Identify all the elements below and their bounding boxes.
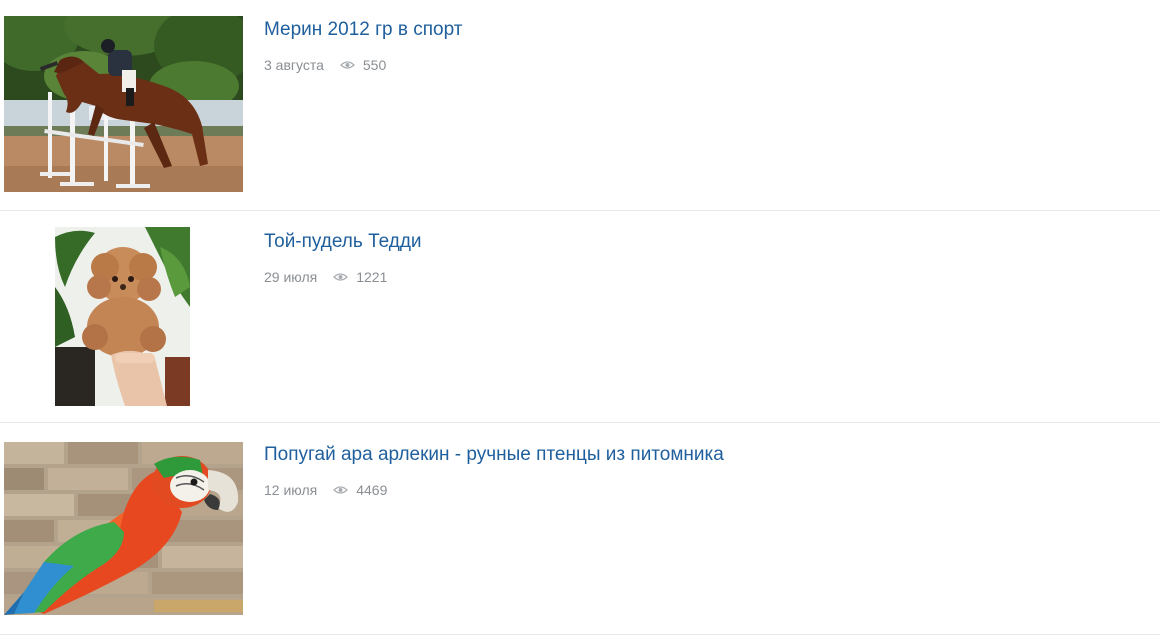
item-meta: 12 июля 4469: [264, 481, 387, 499]
item-views: 1221: [333, 268, 387, 286]
item-meta: 3 августа 550: [264, 56, 386, 74]
eye-icon: [333, 485, 349, 495]
list-item: Попугай ара арлекин - ручные птенцы из п…: [0, 423, 1160, 635]
item-date: 29 июля: [264, 269, 318, 285]
item-title-link[interactable]: Мерин 2012 гр в спорт: [264, 18, 462, 42]
item-meta: 29 июля 1221: [264, 268, 387, 286]
views-count: 1221: [356, 269, 388, 285]
views-count: 550: [362, 57, 387, 73]
macaw-photo: [4, 442, 243, 615]
views-count: 4469: [356, 482, 388, 498]
item-date: 3 августа: [264, 57, 324, 73]
item-thumbnail-poodle[interactable]: [55, 227, 190, 406]
list-item: Мерин 2012 гр в спорт 3 августа 550: [0, 0, 1160, 211]
item-views: 4469: [333, 481, 387, 499]
eye-icon: [333, 272, 349, 282]
poodle-photo: [55, 227, 190, 406]
horse-photo: [4, 16, 243, 192]
item-thumbnail-horse[interactable]: [4, 16, 243, 192]
item-date: 12 июля: [264, 482, 318, 498]
list-item: Той-пудель Тедди 29 июля 1221: [0, 211, 1160, 423]
item-title-link[interactable]: Той-пудель Тедди: [264, 230, 422, 254]
eye-icon: [340, 60, 355, 70]
item-thumbnail-macaw[interactable]: [4, 442, 243, 615]
ads-listing: Мерин 2012 гр в спорт 3 августа 550 Той-…: [0, 0, 1160, 641]
item-title-link[interactable]: Попугай ара арлекин - ручные птенцы из п…: [264, 443, 724, 467]
item-views: 550: [340, 56, 386, 74]
